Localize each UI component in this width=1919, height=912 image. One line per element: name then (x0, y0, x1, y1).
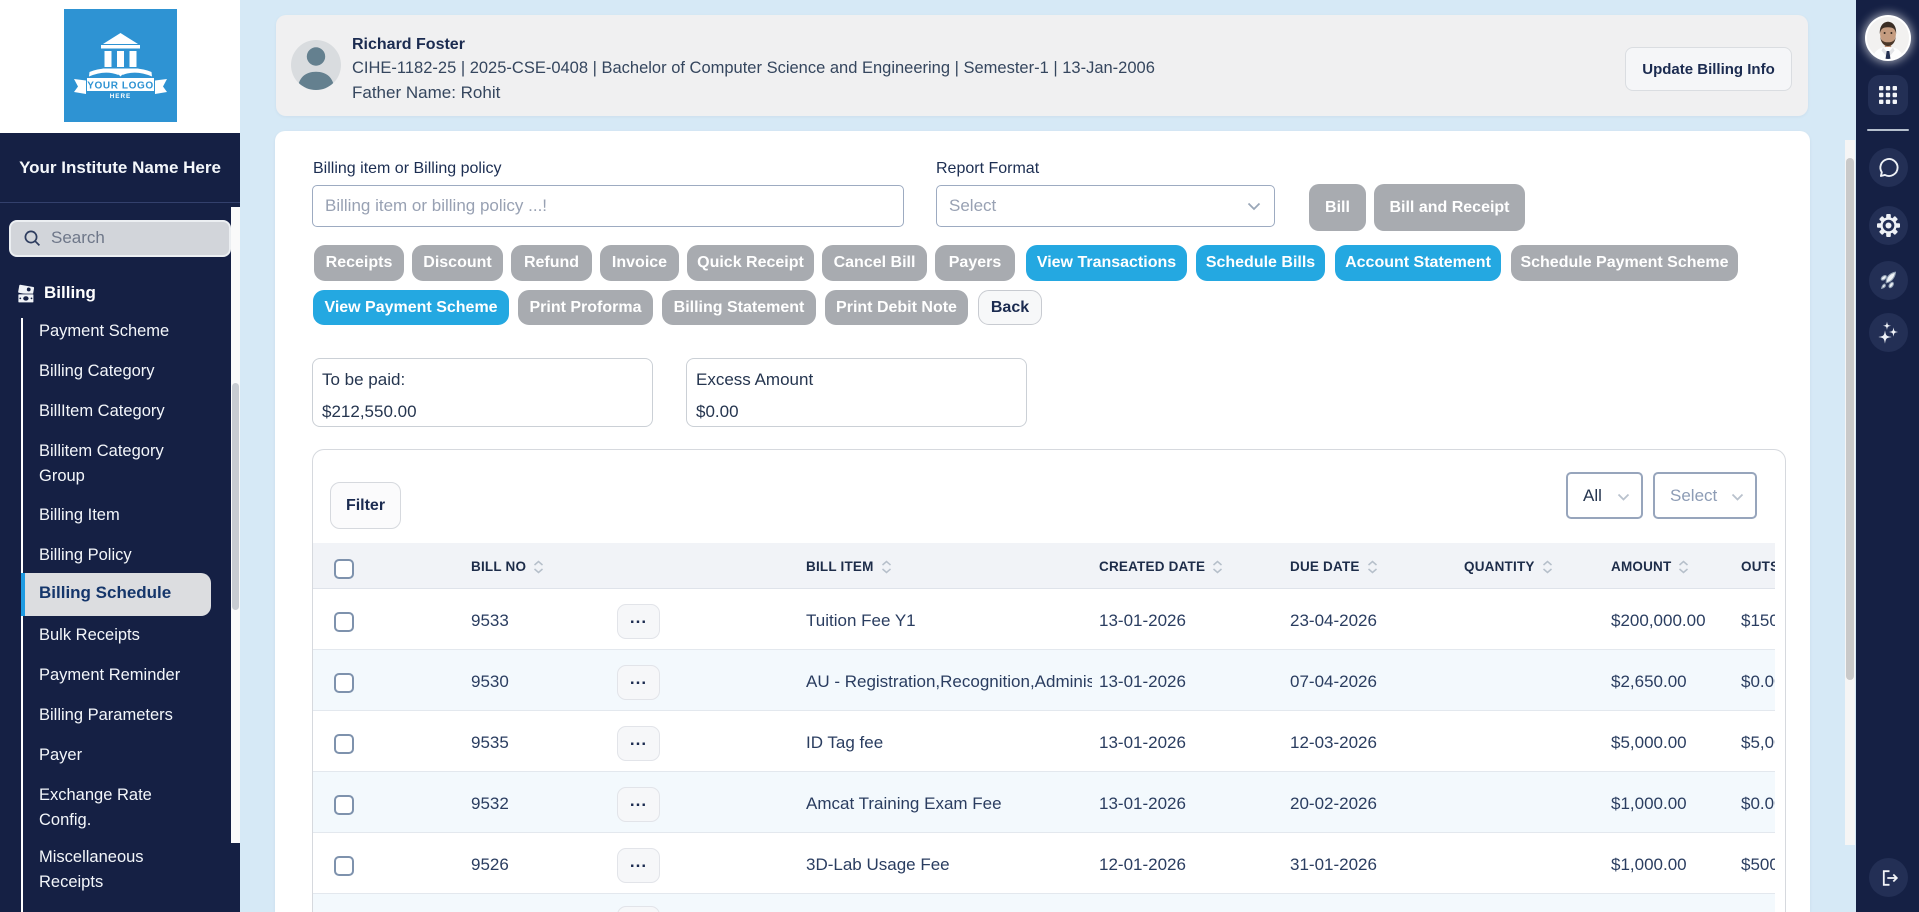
svg-text:YOUR LOGO: YOUR LOGO (87, 81, 154, 92)
svg-text:HERE: HERE (110, 93, 132, 100)
